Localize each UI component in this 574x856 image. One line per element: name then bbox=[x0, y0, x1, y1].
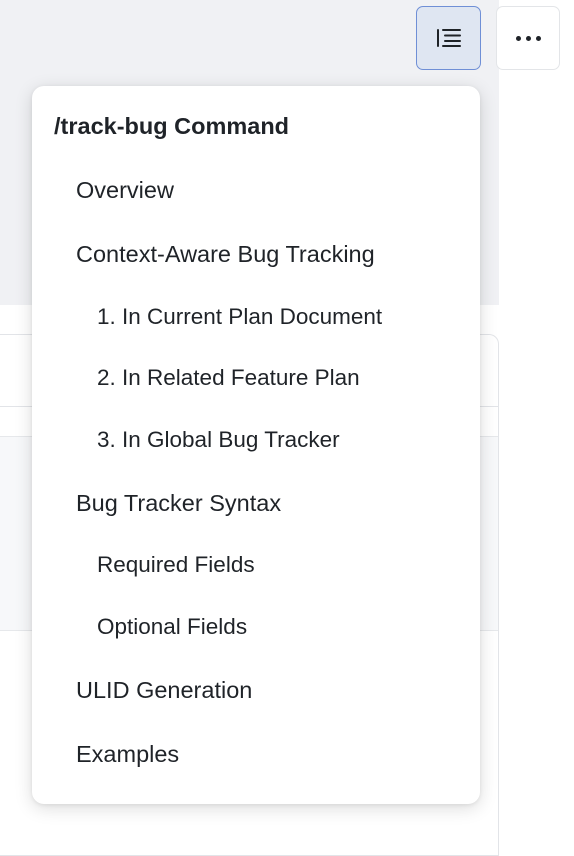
more-options-button[interactable] bbox=[496, 6, 560, 70]
toc-item-current-plan-document[interactable]: 1. In Current Plan Document bbox=[32, 302, 480, 332]
toc-item-examples[interactable]: Examples bbox=[32, 739, 480, 769]
toc-item-optional-fields[interactable]: Optional Fields bbox=[32, 612, 480, 642]
toc-item-ulid-generation[interactable]: ULID Generation bbox=[32, 675, 480, 705]
table-of-contents-button[interactable] bbox=[416, 6, 481, 70]
toc-title[interactable]: /track-bug Command bbox=[32, 111, 480, 141]
toc-item-required-fields[interactable]: Required Fields bbox=[32, 550, 480, 580]
toc-item-context-aware-bug-tracking[interactable]: Context-Aware Bug Tracking bbox=[32, 239, 480, 269]
more-horizontal-icon bbox=[515, 35, 541, 41]
toc-item-overview[interactable]: Overview bbox=[32, 175, 480, 205]
toc-item-global-bug-tracker[interactable]: 3. In Global Bug Tracker bbox=[32, 425, 480, 455]
table-of-contents-icon bbox=[436, 29, 461, 47]
table-of-contents-dropdown: /track-bug Command Overview Context-Awar… bbox=[32, 86, 480, 804]
toc-item-bug-tracker-syntax[interactable]: Bug Tracker Syntax bbox=[32, 488, 480, 518]
toc-item-related-feature-plan[interactable]: 2. In Related Feature Plan bbox=[32, 363, 480, 393]
